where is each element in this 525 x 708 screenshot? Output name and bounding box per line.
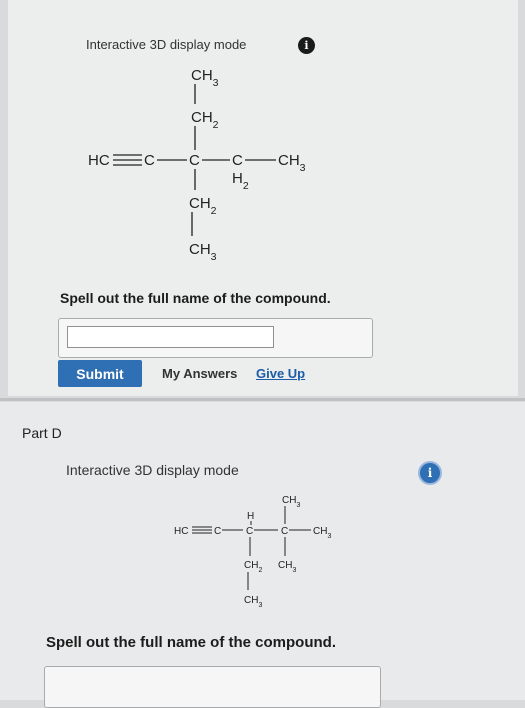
give-up-link[interactable]: Give Up bbox=[256, 366, 305, 381]
structure-c: CH3 CH2 HC C C C H2 CH3 CH2 CH3 bbox=[88, 67, 306, 263]
display-mode-label-d: Interactive 3D display mode bbox=[66, 462, 239, 478]
answer-box-d bbox=[44, 666, 381, 708]
part-d-title: Part D bbox=[22, 425, 62, 441]
struct-right-ch3: CH3 bbox=[278, 152, 306, 174]
display-mode-label: Interactive 3D display mode bbox=[86, 37, 247, 52]
question-prompt: Spell out the full name of the compound. bbox=[60, 290, 331, 306]
struct-d-right-ch3: CH3 bbox=[313, 526, 331, 540]
struct-d-ch2: CH2 bbox=[244, 560, 262, 574]
question-prompt-d: Spell out the full name of the compound. bbox=[46, 634, 336, 651]
struct-d-c1: C bbox=[214, 526, 221, 537]
struct-c3: C bbox=[232, 152, 243, 169]
struct-d-ch3-mid: CH3 bbox=[278, 560, 296, 574]
struct-d-c2: C bbox=[246, 526, 253, 537]
answer-input[interactable] bbox=[67, 326, 274, 348]
submit-button[interactable]: Submit bbox=[58, 360, 142, 387]
struct-d-h: H bbox=[247, 511, 254, 522]
struct-h2: H2 bbox=[232, 170, 249, 192]
struct-d-c3: C bbox=[281, 526, 288, 537]
info-icon[interactable]: i bbox=[298, 37, 315, 54]
struct-bottom-ch3: CH3 bbox=[189, 241, 217, 263]
info-icon[interactable]: i bbox=[418, 461, 442, 485]
struct-c1: C bbox=[144, 152, 155, 169]
struct-c2: C bbox=[189, 152, 200, 169]
struct-left-hc: HC bbox=[88, 152, 110, 169]
struct-bottom-ch2: CH2 bbox=[189, 195, 217, 217]
my-answers-link[interactable]: My Answers bbox=[162, 366, 237, 381]
struct-d-bottom-ch3: CH3 bbox=[244, 595, 262, 609]
section-divider bbox=[0, 398, 525, 401]
struct-d-left-hc: HC bbox=[174, 526, 188, 537]
structure-d: CH3 H HC C C C CH3 CH2 CH3 CH3 bbox=[174, 495, 331, 609]
